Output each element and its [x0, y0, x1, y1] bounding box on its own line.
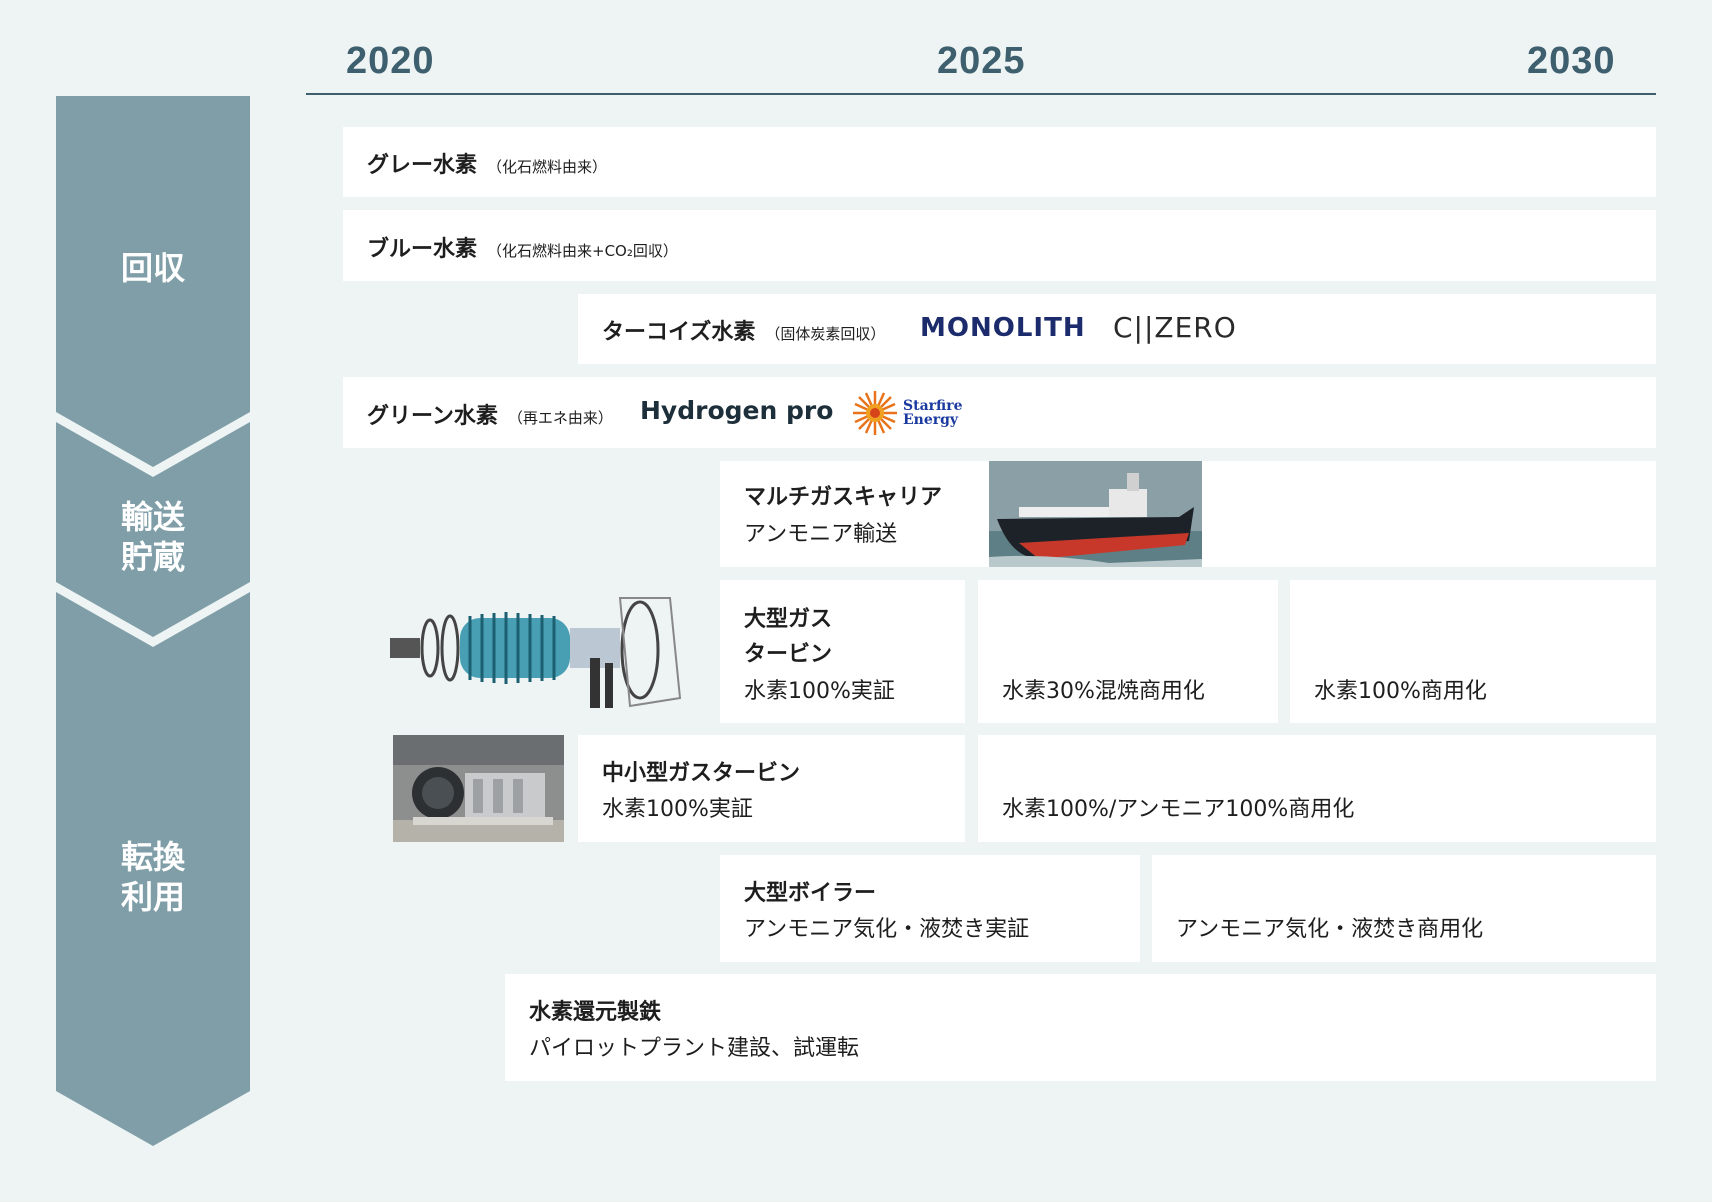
green-hydrogen-title: グリーン水素 — [367, 404, 498, 429]
stage-label-transport: 輸送 貯蔵 — [120, 498, 185, 576]
gray-hydrogen-title: グレー水素 — [367, 153, 478, 178]
green-hydrogen-bar: グリーン水素 （再エネ由来） Hydrogen pro Starfire Ener… — [343, 377, 1656, 448]
boiler-title: 大型ボイラー — [744, 881, 877, 906]
small-turbine-phase2: 水素100%/アンモニア100%商用化 — [1002, 797, 1355, 822]
hydrogenpro-logo: Hydrogen pro — [640, 396, 834, 425]
turquoise-hydrogen-bar: ターコイズ水素 （固体炭素回収） MONOLITH C||ZERO — [578, 294, 1656, 364]
large-turbine-phase2: 水素30%混焼商用化 — [1002, 679, 1205, 704]
small-turbine-title: 中小型ガスタービン — [602, 761, 801, 786]
turquoise-hydrogen-title: ターコイズ水素 — [602, 320, 756, 345]
small-turbine-subtitle: 水素100%実証 — [602, 797, 753, 822]
large-turbine-phase3-box: 水素100%商用化 — [1290, 580, 1656, 723]
starfire-energy-logo: Starfire Energy — [903, 398, 963, 428]
czero-logo: C||ZERO — [1113, 311, 1237, 344]
ship-image — [989, 461, 1202, 567]
gas-turbine-image — [390, 597, 682, 708]
large-turbine-subtitle: 水素100%実証 — [744, 679, 895, 704]
steel-subtitle: パイロットプラント建設、試運転 — [529, 1036, 860, 1061]
timeline-axis — [306, 93, 1656, 95]
blue-hydrogen-bar: ブルー水素 （化石燃料由来+CO₂回収） — [343, 210, 1656, 281]
starfire-sun-icon — [853, 391, 897, 435]
boiler-phase2: アンモニア気化・液焚き商用化 — [1176, 917, 1484, 942]
blue-hydrogen-note: （化石燃料由来+CO₂回収） — [487, 242, 678, 260]
carrier-title: マルチガスキャリア — [744, 485, 943, 510]
stage-arrow — [56, 96, 250, 1146]
boiler-phase2-box: アンモニア気化・液焚き商用化 — [1152, 855, 1656, 962]
large-turbine-phase2-box: 水素30%混焼商用化 — [978, 580, 1278, 723]
small-turbine-photo — [393, 735, 564, 842]
turquoise-hydrogen-note: （固体炭素回収） — [765, 325, 886, 343]
gray-hydrogen-bar: グレー水素 （化石燃料由来） — [343, 127, 1656, 197]
boiler-subtitle: アンモニア気化・液焚き実証 — [744, 917, 1030, 942]
large-turbine-phase3: 水素100%商用化 — [1314, 679, 1487, 704]
blue-hydrogen-title: ブルー水素 — [367, 237, 478, 262]
year-2025: 2025 — [937, 40, 1026, 82]
boiler-demo-box: 大型ボイラー アンモニア気化・液焚き実証 — [720, 855, 1140, 962]
carrier-subtitle: アンモニア輸送 — [744, 522, 898, 547]
green-hydrogen-note: （再エネ由来） — [507, 409, 613, 427]
stage-label-recovery: 回収 — [120, 249, 185, 287]
year-2030: 2030 — [1527, 40, 1616, 82]
gray-hydrogen-note: （化石燃料由来） — [487, 158, 608, 176]
large-turbine-title-1: 大型ガス — [744, 607, 833, 632]
large-turbine-title-2: タービン — [744, 642, 833, 667]
year-2020: 2020 — [346, 40, 435, 82]
small-turbine-phase2-box: 水素100%/アンモニア100%商用化 — [978, 735, 1656, 842]
small-turbine-demo-box: 中小型ガスタービン 水素100%実証 — [578, 735, 965, 842]
large-turbine-demo-box: 大型ガス タービン 水素100%実証 — [720, 580, 965, 723]
stage-label-utilization: 転換 利用 — [120, 838, 185, 916]
monolith-logo: MONOLITH — [920, 313, 1086, 343]
steel-bar: 水素還元製鉄 パイロットプラント建設、試運転 — [505, 974, 1656, 1081]
steel-title: 水素還元製鉄 — [529, 1000, 662, 1025]
